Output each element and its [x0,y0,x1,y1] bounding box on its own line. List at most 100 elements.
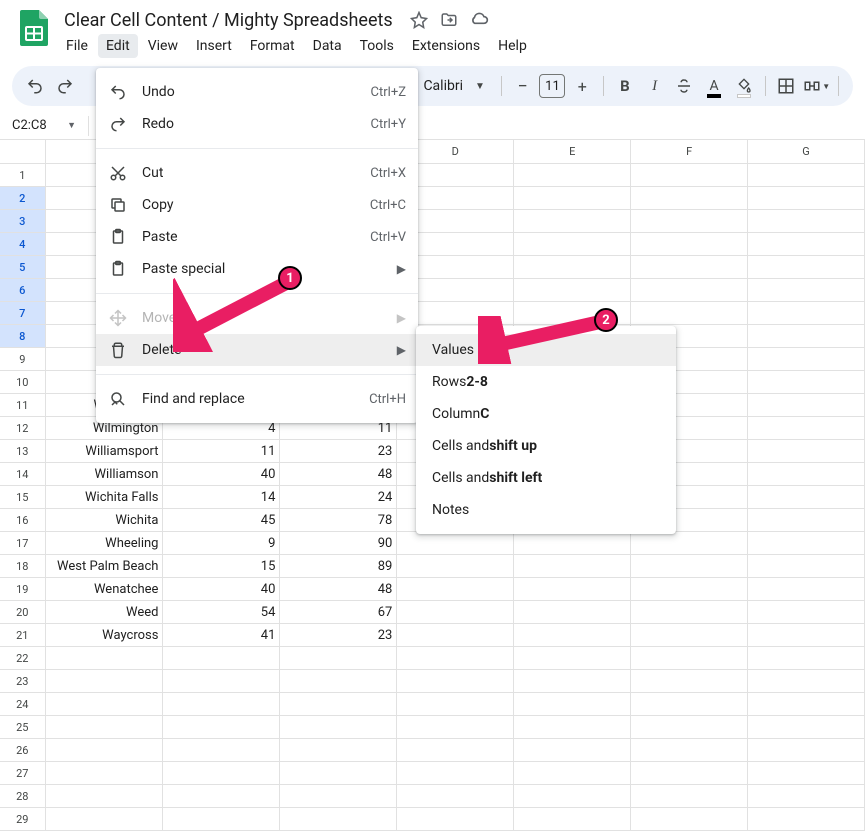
bold-button[interactable]: B [612,71,638,101]
cell[interactable] [514,256,631,278]
cell[interactable] [748,578,865,600]
row-header[interactable]: 21 [0,624,46,646]
submenu-shift-up[interactable]: Cells and shift up [416,430,676,462]
cell[interactable] [46,716,164,738]
font-size-input[interactable]: 11 [539,74,565,98]
col-header-G[interactable]: G [748,140,865,163]
cell[interactable] [514,210,631,232]
cell[interactable] [514,578,631,600]
menu-paste-special[interactable]: Paste special ▶ [96,253,418,285]
app-logo[interactable] [14,8,54,48]
cell[interactable] [631,187,748,209]
row-header[interactable]: 27 [0,762,46,784]
row-header[interactable]: 23 [0,670,46,692]
cell[interactable] [748,417,865,439]
cell[interactable] [46,739,164,761]
cell[interactable] [631,578,748,600]
cell[interactable] [397,716,514,738]
cell[interactable]: 24 [280,486,397,508]
cell[interactable] [748,325,865,347]
cell[interactable]: 40 [163,463,280,485]
row-header[interactable]: 13 [0,440,46,462]
row-header[interactable]: 12 [0,417,46,439]
cell[interactable]: Wichita Falls [46,486,164,508]
borders-button[interactable] [774,71,800,101]
cell[interactable] [514,187,631,209]
submenu-notes[interactable]: Notes [416,494,676,526]
cell[interactable] [397,693,514,715]
cell[interactable]: Williamsport [46,440,164,462]
cell[interactable] [748,440,865,462]
cell[interactable] [748,256,865,278]
strikethrough-button[interactable] [671,71,697,101]
cell[interactable] [631,256,748,278]
menu-tools[interactable]: Tools [352,34,402,58]
cell[interactable] [397,739,514,761]
cell[interactable]: 41 [163,624,280,646]
undo-button[interactable] [22,71,48,101]
cell[interactable] [397,624,514,646]
menu-data[interactable]: Data [305,34,350,58]
cell[interactable] [514,808,631,830]
cell[interactable] [631,785,748,807]
cell[interactable] [748,739,865,761]
cell[interactable] [514,785,631,807]
col-header-F[interactable]: F [631,140,748,163]
cell[interactable] [280,785,397,807]
cell[interactable] [514,670,631,692]
redo-button[interactable] [52,71,78,101]
cell[interactable] [631,164,748,186]
cell[interactable] [163,785,280,807]
cell[interactable] [46,647,164,669]
cell[interactable] [514,739,631,761]
cell[interactable] [514,693,631,715]
font-size-decrease[interactable]: − [510,71,536,101]
cell[interactable] [397,601,514,623]
row-header[interactable]: 16 [0,509,46,531]
row-header[interactable]: 28 [0,785,46,807]
cell[interactable]: 9 [163,532,280,554]
cell[interactable]: West Palm Beach [46,555,164,577]
cell[interactable] [748,601,865,623]
row-header[interactable]: 1 [0,164,46,186]
menu-help[interactable]: Help [490,34,535,58]
cell[interactable] [748,808,865,830]
cell[interactable] [280,762,397,784]
cell[interactable]: 78 [280,509,397,531]
cell[interactable] [748,647,865,669]
cell[interactable] [280,808,397,830]
cell[interactable] [631,302,748,324]
cell[interactable] [280,739,397,761]
cell[interactable] [163,716,280,738]
cell[interactable] [748,762,865,784]
cell[interactable]: 23 [280,624,397,646]
row-header[interactable]: 14 [0,463,46,485]
cell[interactable] [631,624,748,646]
cloud-status-icon[interactable] [469,10,489,30]
cell[interactable] [397,670,514,692]
cell[interactable] [280,647,397,669]
row-header[interactable]: 15 [0,486,46,508]
cell[interactable] [748,279,865,301]
menu-cut[interactable]: Cut Ctrl+X [96,157,418,189]
cell[interactable]: 15 [163,555,280,577]
row-header[interactable]: 4 [0,233,46,255]
cell[interactable] [397,532,514,554]
cell[interactable]: 90 [280,532,397,554]
cell[interactable] [514,716,631,738]
cell[interactable] [46,785,164,807]
cell[interactable] [631,555,748,577]
move-to-folder-icon[interactable] [439,10,459,30]
cell[interactable] [748,463,865,485]
row-header[interactable]: 20 [0,601,46,623]
cell[interactable] [748,394,865,416]
row-header[interactable]: 25 [0,716,46,738]
cell[interactable] [748,210,865,232]
cell[interactable] [631,233,748,255]
menu-redo[interactable]: Redo Ctrl+Y [96,108,418,140]
menu-delete[interactable]: Delete ▶ [96,334,418,366]
row-header[interactable]: 8 [0,325,46,347]
cell[interactable] [631,210,748,232]
menu-paste[interactable]: Paste Ctrl+V [96,221,418,253]
row-header[interactable]: 5 [0,256,46,278]
